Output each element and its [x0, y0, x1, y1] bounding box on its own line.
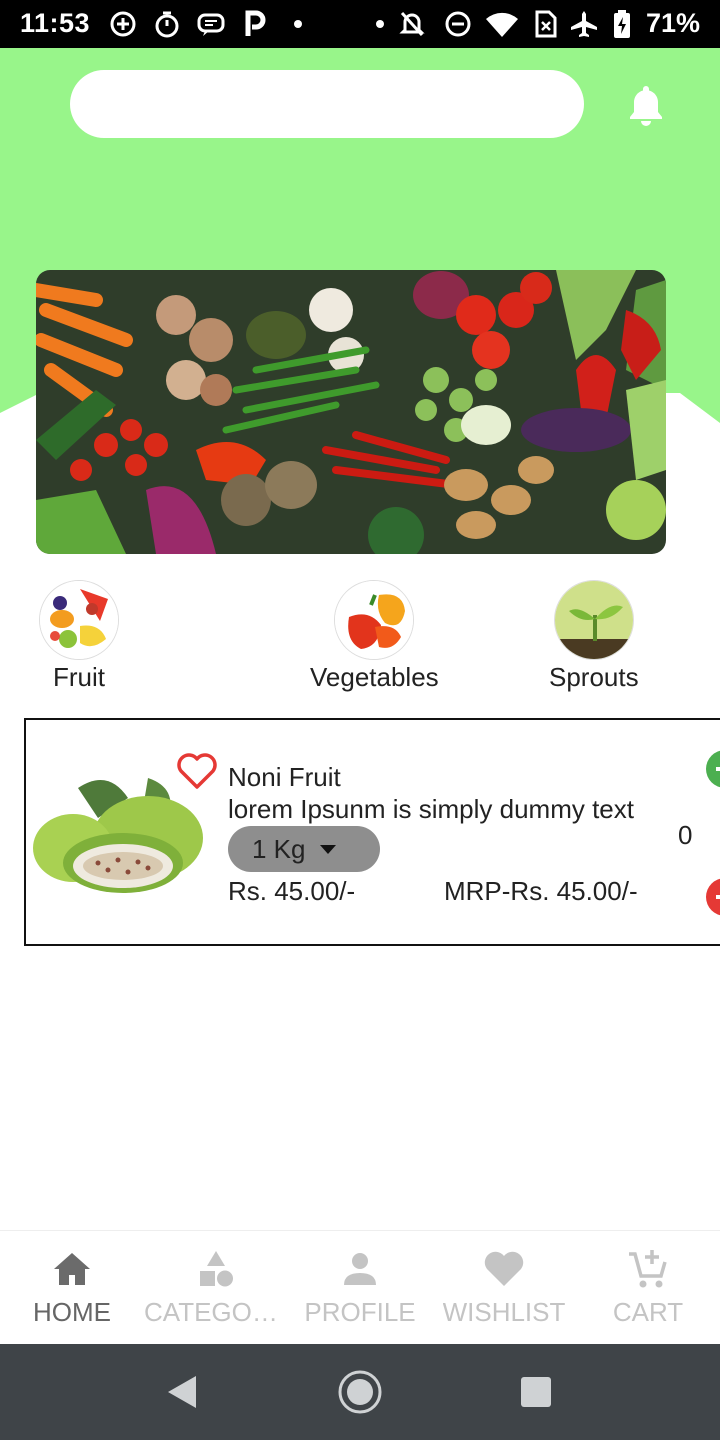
status-time: 11:53 [20, 8, 91, 38]
wifi-icon [484, 10, 520, 38]
product-mrp: MRP-Rs. 45.00/- [444, 876, 638, 906]
system-navigation-bar [0, 1344, 720, 1440]
dot-icon [292, 10, 304, 38]
category-vegetables[interactable]: Vegetables [310, 580, 439, 693]
product-price: Rs. 45.00/- [228, 876, 356, 906]
category-icon [194, 1247, 238, 1291]
bell-off-icon [398, 10, 426, 38]
decrease-quantity-button[interactable] [706, 878, 720, 916]
nav-label: PROFILE [304, 1297, 416, 1327]
nav-label: CATEGORIES [144, 1297, 288, 1327]
search-input[interactable] [70, 70, 584, 138]
back-icon[interactable] [164, 1372, 200, 1412]
nav-label: WISHLIST [442, 1297, 566, 1327]
home-circle-icon[interactable] [336, 1368, 384, 1416]
quantity-value: 1 Kg [252, 833, 306, 864]
timer-icon [152, 10, 182, 38]
cart-add-icon [626, 1247, 670, 1291]
promo-banner-image[interactable] [36, 270, 666, 554]
heart-icon [482, 1247, 526, 1291]
recents-icon[interactable] [520, 1376, 552, 1408]
cart-quantity-count: 0 [678, 820, 693, 850]
battery-percentage: 71% [645, 8, 700, 38]
wishlist-heart-icon[interactable] [176, 752, 218, 790]
nav-home[interactable]: HOME [0, 1247, 144, 1328]
nav-cart[interactable]: CART [576, 1247, 720, 1328]
product-name: Noni Fruit [228, 762, 341, 792]
category-label: Fruit [53, 662, 105, 692]
nav-profile[interactable]: PROFILE [288, 1247, 432, 1328]
vegetables-image [334, 580, 415, 660]
airplane-icon [568, 10, 600, 38]
category-label: Sprouts [549, 662, 639, 692]
product-card[interactable]: Noni Fruit lorem Ipsunm is simply dummy … [24, 718, 720, 946]
message-icon [196, 10, 226, 38]
category-fruit[interactable]: Fruit [39, 580, 119, 693]
minus-icon [716, 895, 720, 899]
status-bar: 11:53 71% [0, 0, 720, 48]
p-icon [242, 10, 268, 38]
increase-quantity-button[interactable] [706, 750, 720, 788]
dropdown-caret-icon [319, 844, 336, 854]
fruit-image [39, 580, 119, 660]
person-icon [338, 1247, 382, 1291]
sprouts-image [553, 580, 634, 660]
plus-circle-icon [108, 10, 138, 38]
product-description: lorem Ipsunm is simply dummy text [228, 794, 634, 824]
bottom-navigation: HOME CATEGORIES PROFILE WISHLIST CART [0, 1230, 720, 1344]
dot-icon [374, 10, 386, 38]
category-label: Vegetables [310, 662, 439, 692]
nav-label: HOME [33, 1297, 111, 1327]
notification-bell-icon[interactable] [626, 84, 666, 126]
nav-wishlist[interactable]: WISHLIST [432, 1247, 576, 1328]
nav-label: CART [612, 1297, 684, 1327]
quantity-dropdown[interactable]: 1 Kg [228, 826, 380, 872]
home-icon [50, 1247, 94, 1291]
plus-icon [716, 767, 720, 771]
do-not-disturb-icon [444, 10, 472, 38]
sim-icon [534, 10, 558, 38]
nav-categories[interactable]: CATEGORIES [144, 1247, 288, 1328]
battery-charging-icon [612, 10, 632, 38]
category-sprouts[interactable]: Sprouts [549, 580, 639, 693]
